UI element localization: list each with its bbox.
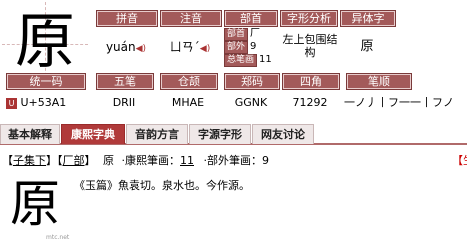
pinyin-value[interactable]: yuán◀) (96, 30, 156, 64)
kangxi-character-image: 原 (10, 176, 64, 236)
sijiao-value: 71292 (292, 96, 328, 109)
cangjie-value: MHAE (171, 96, 205, 109)
watermark: mtc.net (46, 234, 70, 241)
bu-value[interactable]: 厂 (250, 28, 260, 39)
tab-discussion[interactable]: 网友讨论 (252, 124, 314, 144)
zhengma-value: GGNK (234, 96, 268, 109)
zong-label: 总笔画 (224, 54, 258, 67)
main-character: 原 (15, 7, 75, 77)
tab-bar: 基本解释 康熙字典 音韵方言 字源字形 网友讨论 (0, 124, 467, 145)
kangxi-buwai-value: 9 (262, 154, 269, 167)
tab-yinyun[interactable]: 音韵方言 (126, 124, 188, 144)
kangxi-image-char: 原 (10, 175, 60, 233)
tab-ziyuan[interactable]: 字源字形 (189, 124, 251, 144)
unicode-value: U U+53A1 (6, 94, 84, 112)
kangxi-bu-link[interactable]: 厂部 (63, 154, 85, 167)
zhuyin-text: ㄩㄢˊ (169, 40, 200, 54)
zhuyin-value[interactable]: ㄩㄢˊ◀) (160, 30, 220, 64)
zixing-value: 左上包围结构 (282, 33, 338, 59)
kangxi-ji-link[interactable]: 子集下 (13, 154, 46, 167)
kangxi-summary: 【子集下】【厂部】 原 ·康熙筆画：11 ·部外筆画：9 (2, 154, 269, 167)
speaker-icon[interactable]: ◀) (136, 44, 146, 54)
speaker-icon[interactable]: ◀) (200, 44, 210, 54)
tab-kangxi[interactable]: 康熙字典 (61, 124, 125, 144)
label-wubi: 五笔 (96, 73, 154, 90)
kangxi-right-fragment: 【生 (452, 154, 467, 167)
pinyin-text: yuán (105, 40, 136, 54)
label-pinyin: 拼音 (96, 10, 158, 27)
label-zhuyin: 注音 (160, 10, 222, 27)
bishun-value: 一ノ丿丨フ一一丨フノ (344, 96, 454, 109)
kangxi-quote: 《玉篇》魚袁切。泉水也。今作源。 (74, 179, 250, 192)
kangxi-buwai-label: 部外筆画： (207, 154, 262, 167)
wubi-value: DRII (112, 96, 136, 109)
label-cangjie: 仓颉 (160, 73, 218, 90)
bushou-block: 部首厂 部外 9 总笔画 11 (224, 28, 280, 67)
buwai-label: 部外 (224, 41, 249, 54)
zong-value: 11 (259, 54, 272, 65)
label-bushou: 部首 (224, 10, 278, 27)
kangxi-bihua-link[interactable]: 11 (180, 154, 194, 167)
label-sijiao: 四角 (282, 73, 340, 90)
buwai-value: 9 (250, 41, 257, 52)
yiti-value[interactable]: 原 (340, 30, 394, 64)
label-zhengma: 郑码 (224, 73, 280, 90)
bu-label: 部首 (224, 28, 249, 41)
label-yiti: 异体字 (340, 10, 396, 27)
label-bishun: 笔顺 (346, 73, 412, 90)
tab-basic[interactable]: 基本解释 (0, 124, 60, 144)
unicode-text: U+53A1 (20, 96, 67, 109)
label-zixing: 字形分析 (280, 10, 338, 27)
unicode-icon: U (6, 97, 17, 109)
kangxi-char: 原 (103, 154, 114, 167)
kangxi-bihua-label: 康熙筆画： (125, 154, 180, 167)
